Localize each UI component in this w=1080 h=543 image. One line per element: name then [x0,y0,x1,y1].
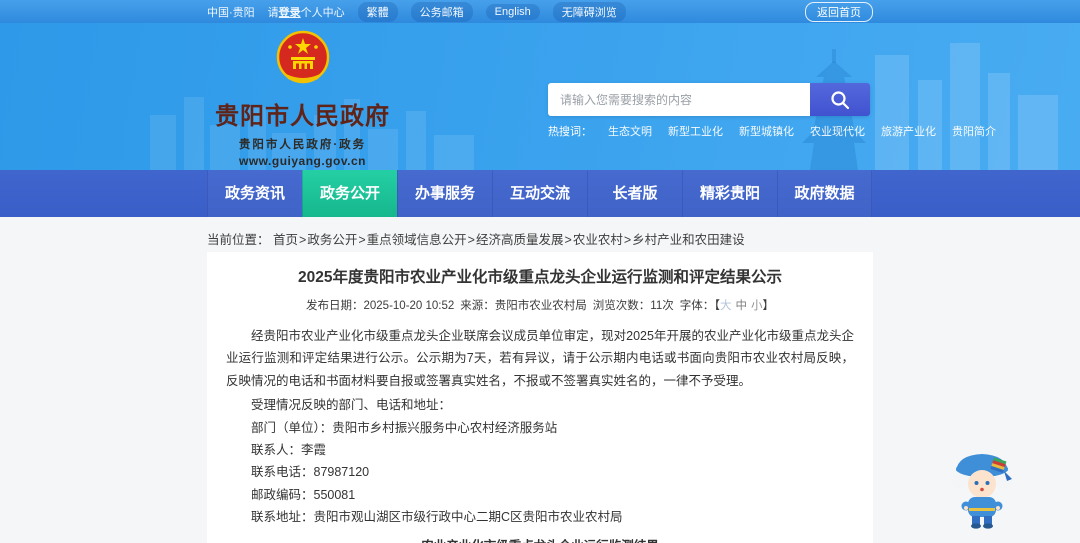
hot-word-link[interactable]: 旅游产业化 [881,123,936,139]
font-size-small-button[interactable]: 小 [751,300,763,312]
breadcrumb-separator: > [358,233,366,247]
personal-center-label[interactable]: 个人中心 [301,7,345,19]
topbar-links: 中国·贵阳 请登录个人中心 繁體 公务邮箱 English 无障碍浏览 [207,1,626,22]
publish-date-label: 发布日期： [305,300,364,312]
hot-word-link[interactable]: 新型工业化 [668,123,723,139]
mascot-character-icon [952,454,1012,529]
bracket: 】 [762,300,775,312]
return-home-button[interactable]: 返回首页 [805,1,873,22]
national-emblem-icon [276,30,329,84]
publish-date-value: 2025-10-20 10:52 [363,300,455,312]
hot-word-link[interactable]: 新型城镇化 [739,123,794,139]
search-icon [831,90,850,109]
breadcrumb-rural-industry[interactable]: 乡村产业和农田建设 [632,233,745,247]
nav-item-highlights[interactable]: 精彩贵阳 [682,170,777,217]
views-value: 11次 [650,300,674,312]
hot-word-link[interactable]: 贵阳简介 [952,123,996,139]
contact-phone: 联系电话：87987120 [251,465,370,480]
breadcrumb-label: 当前位置： [207,233,270,247]
topbar: 中国·贵阳 请登录个人中心 繁體 公务邮箱 English 无障碍浏览 返回首页 [0,0,1080,23]
font-size-medium-button[interactable]: 中 [736,300,748,312]
hot-search-words: 热搜词： 生态文明 新型工业化 新型城镇化 农业现代化 旅游产业化 贵阳简介 [548,123,996,139]
hot-word-link[interactable]: 农业现代化 [810,123,865,139]
site-logo[interactable]: 贵阳市人民政府 贵阳市人民政府·政务 www.guiyang.gov.cn [205,30,400,168]
search-box [548,83,870,116]
breadcrumb-disclosure[interactable]: 政务公开 [307,233,357,247]
result-table-title: 农业产业化市级重点龙头企业运行监测结果 [226,535,854,543]
nav-item-elder-version[interactable]: 长者版 [587,170,682,217]
contact-department: 部门（单位）：贵阳市乡村振兴服务中心农村经济服务站 [251,420,558,435]
nav-item-gov-data[interactable]: 政府数据 [777,170,872,217]
search-input[interactable] [548,83,810,116]
breadcrumb-separator: > [623,233,632,247]
main-nav: 政务资讯 政务公开 办事服务 互动交流 长者版 精彩贵阳 政府数据 [0,170,1080,217]
source-value: 贵阳市农业农村局 [494,300,587,312]
font-size-large-button[interactable]: 大 [720,300,732,312]
breadcrumb: 当前位置： 首页>政务公开>重点领域信息公开>经济高质量发展>农业农村>乡村产业… [207,229,745,248]
breadcrumb-economy[interactable]: 经济高质量发展 [476,233,564,247]
breadcrumb-key-areas[interactable]: 重点领域信息公开 [367,233,467,247]
breadcrumb-separator: > [564,233,572,247]
source-label: 来源： [460,300,495,312]
official-mail-button[interactable]: 公务邮箱 [410,1,473,22]
breadcrumb-separator: > [299,233,307,247]
nav-item-services[interactable]: 办事服务 [397,170,492,217]
hot-word-link[interactable]: 生态文明 [608,123,652,139]
mascot[interactable] [950,449,1016,536]
article-paragraph: 受理情况反映的部门、电话和地址： [251,398,452,413]
accessibility-button[interactable]: 无障碍浏览 [552,1,626,22]
login-link[interactable]: 登录 [279,7,301,19]
article-meta: 发布日期：2025-10-20 10:52 来源：贵阳市农业农村局 浏览次数：11次… [226,297,854,313]
breadcrumb-agriculture[interactable]: 农业农村 [573,233,623,247]
contact-person: 联系人：李霞 [251,443,327,457]
login-prefix: 请 [267,6,279,19]
site-title: 贵阳市人民政府 [215,103,390,130]
english-button[interactable]: English [485,3,540,20]
region-label: 中国·贵阳 [207,6,255,19]
login-personal-center-link[interactable]: 请登录个人中心 [268,4,345,20]
contact-postcode: 邮政编码：550081 [251,487,356,502]
font-size-label: 字体： [679,300,715,312]
nav-item-interaction[interactable]: 互动交流 [492,170,587,217]
traditional-chinese-button[interactable]: 繁體 [357,1,398,22]
nav-item-news[interactable]: 政务资讯 [207,170,302,217]
banner: 贵阳市人民政府 贵阳市人民政府·政务 www.guiyang.gov.cn 热搜… [0,23,1080,170]
views-label: 浏览次数： [592,300,651,312]
site-subtitle: 贵阳市人民政府·政务 [238,139,367,151]
site-url: www.guiyang.gov.cn [238,154,366,168]
contact-address: 联系地址：贵阳市观山湖区市级行政中心二期C区贵阳市农业农村局 [251,510,623,525]
article-card: 2025年度贵阳市农业产业化市级重点龙头企业运行监测和评定结果公示 发布日期：2… [207,252,873,543]
article-paragraph: 经贵阳市农业产业化市级重点龙头企业联席会议成员单位审定，现对2025年开展的农业… [226,329,854,388]
hot-words-label: 热搜词： [548,126,592,138]
topbar-inner: 中国·贵阳 请登录个人中心 繁體 公务邮箱 English 无障碍浏览 返回首页 [207,0,873,23]
nav-item-disclosure[interactable]: 政务公开 [302,170,397,217]
breadcrumb-separator: > [467,233,475,247]
article-title: 2025年度贵阳市农业产业化市级重点龙头企业运行监测和评定结果公示 [298,269,782,286]
breadcrumb-home[interactable]: 首页 [273,233,298,247]
search-button[interactable] [810,83,870,116]
